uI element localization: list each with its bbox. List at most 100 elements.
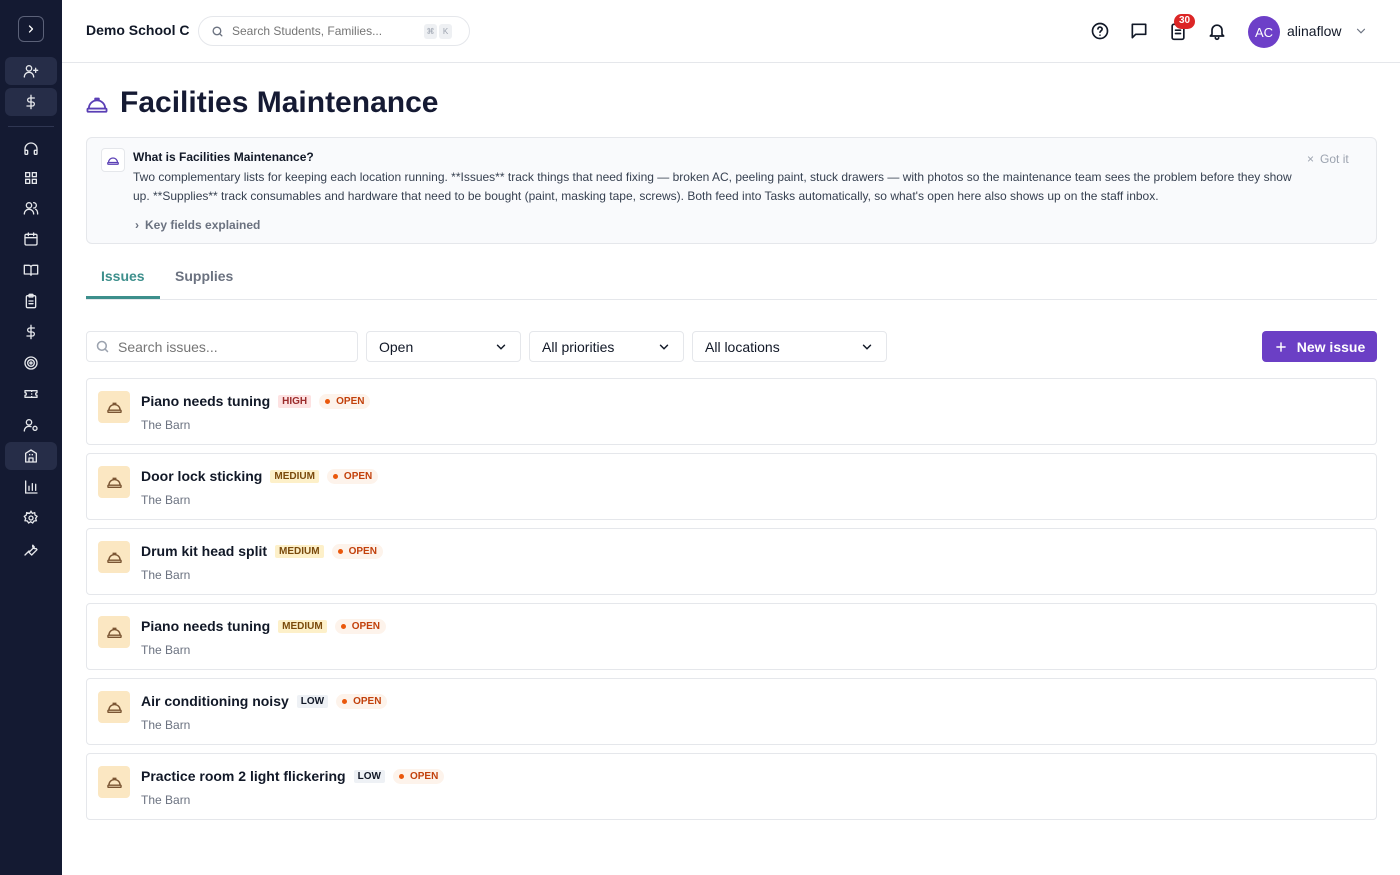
hard-hat-icon	[106, 777, 122, 788]
avatar[interactable]: AC	[1248, 16, 1280, 48]
school-name[interactable]: Demo School C	[86, 22, 189, 38]
sidebar-item-reports[interactable]	[5, 473, 57, 501]
notifications-button[interactable]	[1207, 21, 1227, 41]
sidebar	[0, 0, 62, 875]
user-plus-icon	[23, 65, 39, 78]
sidebar-item-add-user[interactable]	[5, 57, 57, 85]
status-label: OPEN	[353, 695, 382, 707]
close-icon: ×	[1307, 152, 1315, 166]
issue-title: Piano needs tuning	[141, 618, 271, 634]
priority-badge: MEDIUM	[270, 469, 319, 483]
sidebar-item-settings[interactable]	[5, 504, 57, 532]
priority-badge: MEDIUM	[278, 619, 327, 633]
dollar-icon	[26, 94, 35, 110]
issue-location: The Barn	[141, 643, 191, 657]
tab-bar: Issues Supplies	[86, 256, 1377, 300]
sidebar-item-payments[interactable]	[5, 318, 57, 346]
status-dot	[325, 398, 331, 404]
hard-hat-icon	[106, 477, 122, 488]
status-label: OPEN	[409, 770, 439, 782]
status-badge: OPEN	[331, 543, 383, 559]
plus-icon	[1275, 341, 1286, 352]
global-search-input[interactable]	[232, 24, 422, 38]
issue-search-input[interactable]	[118, 338, 338, 355]
new-issue-button[interactable]: New issue	[1262, 331, 1377, 362]
sidebar-item-library[interactable]	[5, 256, 57, 284]
chevron-down-icon	[862, 344, 872, 350]
sidebar-item-calendar[interactable]	[5, 225, 57, 253]
issue-location: The Barn	[141, 718, 191, 732]
issue-search[interactable]	[86, 331, 358, 362]
sidebar-item-support[interactable]	[5, 135, 57, 163]
hard-hat-icon	[106, 552, 122, 563]
sidebar-item-user-settings[interactable]	[5, 411, 57, 439]
global-search[interactable]: ⌘ K	[198, 16, 470, 46]
issue-location: The Barn	[141, 793, 191, 807]
message-icon	[1131, 23, 1147, 39]
hard-hat-icon	[106, 627, 122, 638]
tab-supplies[interactable]: Supplies	[175, 268, 233, 284]
active-tab-indicator	[86, 296, 160, 299]
issue-row[interactable]: Air conditioning noisy LOW OPEN The Barn	[86, 678, 1377, 745]
status-dot	[332, 473, 338, 479]
issue-title: Door lock sticking	[141, 468, 263, 484]
tab-issues[interactable]: Issues	[101, 268, 145, 284]
status-label: OPEN	[343, 470, 373, 482]
issue-row[interactable]: Drum kit head split MEDIUM OPEN The Barn	[86, 528, 1377, 595]
sidebar-item-tasks[interactable]	[5, 287, 57, 315]
issue-icon	[98, 391, 130, 423]
sidebar-item-tools[interactable]	[5, 535, 57, 563]
status-badge: OPEN	[326, 468, 379, 484]
key-fields-toggle[interactable]: › Key fields explained	[135, 218, 260, 232]
user-name[interactable]: alinaflow	[1287, 23, 1341, 39]
issue-row[interactable]: Piano needs tuning MEDIUM OPEN The Barn	[86, 603, 1377, 670]
sidebar-item-tickets[interactable]	[5, 380, 57, 408]
issue-row[interactable]: Door lock sticking MEDIUM OPEN The Barn	[86, 453, 1377, 520]
bell-icon	[1209, 24, 1225, 41]
topbar: Demo School C ⌘ K 30 AC alinaflow	[62, 0, 1400, 63]
status-label: OPEN	[336, 395, 365, 407]
status-dot	[340, 623, 346, 629]
sidebar-item-facilities[interactable]	[5, 442, 57, 470]
expand-sidebar-button[interactable]	[18, 16, 44, 42]
issue-row[interactable]: Practice room 2 light flickering LOW OPE…	[86, 753, 1377, 820]
priority-select[interactable]: All priorities	[529, 331, 684, 362]
chevron-down-icon[interactable]	[1354, 24, 1368, 38]
building-icon	[25, 449, 37, 463]
sidebar-item-people[interactable]	[5, 194, 57, 222]
shortcut-key-k: K	[439, 23, 452, 39]
sidebar-item-dashboard[interactable]	[5, 164, 57, 192]
user-cog-icon	[23, 419, 38, 432]
issue-icon	[98, 616, 130, 648]
status-badge: OPEN	[336, 693, 388, 709]
dismiss-button[interactable]: × Got it	[1307, 152, 1349, 166]
issue-location: The Barn	[141, 493, 191, 507]
location-select-value: All locations	[705, 338, 780, 355]
sidebar-item-billing[interactable]	[5, 88, 57, 116]
help-button[interactable]	[1090, 21, 1110, 41]
status-dot	[342, 698, 348, 704]
search-icon	[212, 25, 223, 37]
clipboard-icon	[25, 293, 37, 309]
chevron-right-icon	[28, 25, 34, 33]
issue-icon	[98, 466, 130, 498]
issue-row[interactable]: Piano needs tuning HIGH OPEN The Barn	[86, 378, 1377, 445]
shortcut-key-cmd: ⌘	[424, 23, 437, 39]
location-select[interactable]: All locations	[692, 331, 887, 362]
dismiss-label: Got it	[1320, 152, 1349, 166]
sidebar-item-goals[interactable]	[5, 349, 57, 377]
chevron-down-icon	[496, 344, 506, 350]
status-select-value: Open	[379, 338, 414, 355]
status-select[interactable]: Open	[366, 331, 521, 362]
hard-hat-icon	[86, 97, 108, 113]
dollar-icon	[26, 324, 35, 340]
notification-count-badge: 30	[1174, 14, 1196, 29]
page-title: Facilities Maintenance	[120, 86, 439, 119]
ticket-icon	[24, 390, 38, 398]
status-dot	[398, 773, 404, 779]
messages-button[interactable]	[1129, 21, 1149, 41]
book-open-icon	[23, 264, 39, 276]
wrench-icon	[24, 544, 38, 556]
info-panel-title: What is Facilities Maintenance?	[133, 150, 314, 164]
issue-icon	[98, 541, 130, 573]
